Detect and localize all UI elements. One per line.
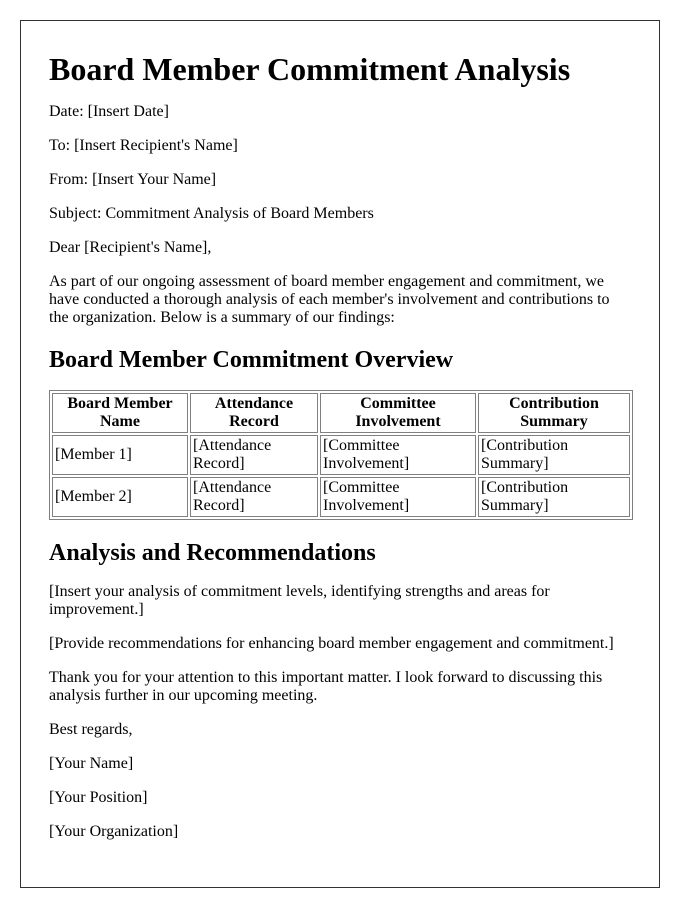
recommendations-paragraph: [Provide recommendations for enhancing b… [49, 635, 614, 652]
salutation: Dear [Recipient's Name], [49, 239, 212, 256]
signer-position: [Your Position] [49, 789, 148, 806]
overview-heading: Board Member Commitment Overview [49, 347, 454, 373]
table-cell: [Contribution Summary] [478, 435, 630, 475]
column-header: Committee Involvement [320, 393, 476, 433]
intro-paragraph: As part of our ongoing assessment of boa… [49, 273, 610, 326]
table-cell: [Contribution Summary] [478, 477, 630, 517]
table-cell: [Committee Involvement] [320, 477, 476, 517]
document-title: Board Member Commitment Analysis [49, 51, 571, 87]
table-header-row: Board Member Name Attendance Record Comm… [52, 393, 630, 433]
table-cell: [Committee Involvement] [320, 435, 476, 475]
table-cell: [Attendance Record] [190, 477, 318, 517]
from-line: From: [Insert Your Name] [49, 171, 217, 188]
signer-organization: [Your Organization] [49, 823, 179, 840]
closing-paragraph: Thank you for your attention to this imp… [49, 669, 603, 704]
analysis-paragraph: [Insert your analysis of commitment leve… [49, 583, 550, 618]
table-cell: [Member 2] [52, 477, 188, 517]
column-header: Contribution Summary [478, 393, 630, 433]
to-line: To: [Insert Recipient's Name] [49, 137, 238, 154]
table-cell: [Attendance Record] [190, 435, 318, 475]
analysis-heading: Analysis and Recommendations [49, 540, 376, 566]
signer-name: [Your Name] [49, 755, 134, 772]
commitment-table: Board Member Name Attendance Record Comm… [49, 390, 633, 520]
table-row: [Member 1] [Attendance Record] [Committe… [52, 435, 630, 475]
letter-header: Date: [Insert Date] To: [Insert Recipien… [49, 103, 631, 327]
column-header: Board Member Name [52, 393, 188, 433]
date-line: Date: [Insert Date] [49, 103, 169, 120]
subject-line: Subject: Commitment Analysis of Board Me… [49, 205, 374, 222]
column-header: Attendance Record [190, 393, 318, 433]
letter-page: Board Member Commitment Analysis Date: [… [20, 20, 660, 888]
sign-off: Best regards, [49, 721, 133, 738]
table-row: [Member 2] [Attendance Record] [Committe… [52, 477, 630, 517]
table-cell: [Member 1] [52, 435, 188, 475]
